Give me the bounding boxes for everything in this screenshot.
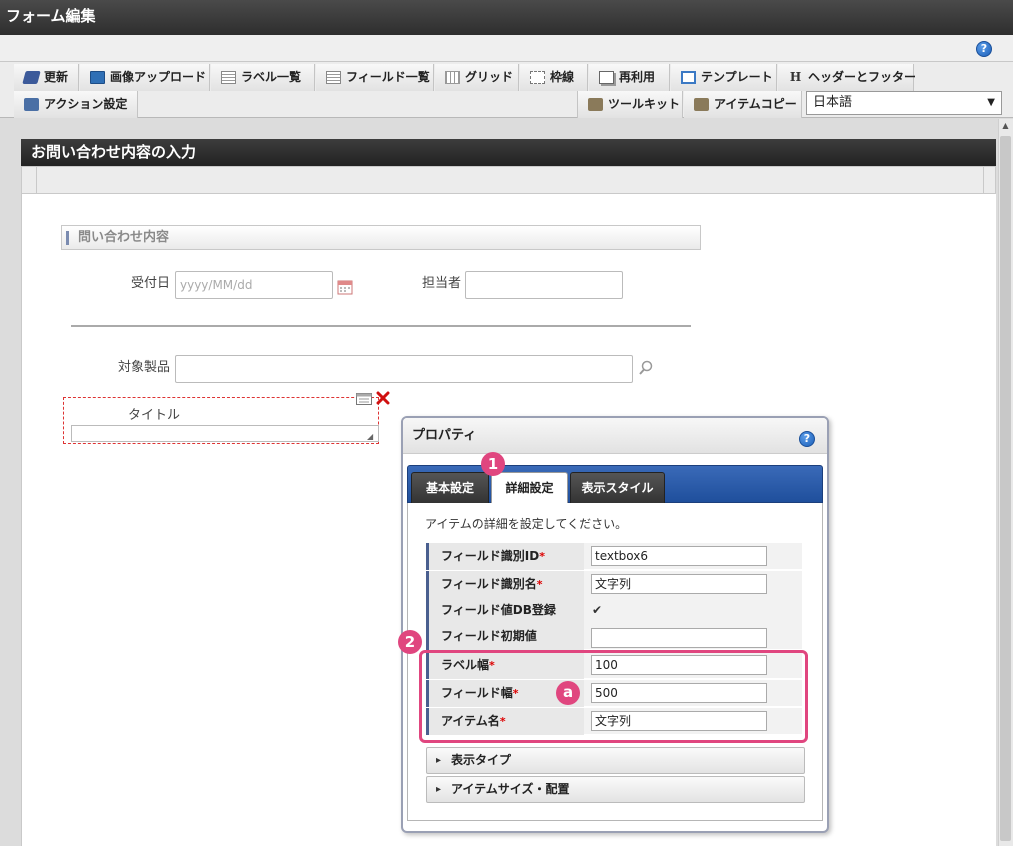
highlight-box (419, 650, 808, 743)
update-button[interactable]: 更新 (14, 64, 79, 91)
receipt-date-label: 受付日 (131, 276, 171, 291)
search-icon[interactable] (638, 360, 654, 376)
grid-button[interactable]: グリッド (435, 64, 519, 91)
field-name-label-text: フィールド識別名 (441, 577, 537, 591)
action-settings-label: アクション設定 (44, 97, 128, 111)
field-name-label: フィールド識別名* (426, 571, 584, 598)
delete-icon[interactable] (376, 391, 390, 405)
form-title: お問い合わせ内容の入力 (21, 139, 996, 166)
border-label: 枠線 (550, 70, 575, 84)
accordion-item-size-layout[interactable]: アイテムサイズ・配置 (426, 776, 805, 803)
window-title: フォーム編集 (0, 0, 1013, 35)
scroll-up-icon[interactable]: ▲ (1000, 121, 1011, 133)
image-upload-label: 画像アップロード (110, 70, 207, 84)
list-icon (221, 71, 236, 84)
resize-grip-icon[interactable]: ◢ (367, 432, 373, 441)
border-button[interactable]: 枠線 (520, 64, 588, 91)
header-footer-button[interactable]: H ヘッダーとフッター (778, 64, 917, 91)
reuse-button[interactable]: 再利用 (589, 64, 670, 91)
required-mark: * (539, 550, 545, 563)
divider (71, 325, 691, 327)
action-icon (24, 98, 39, 111)
grid-icon (445, 71, 460, 84)
row-initial-value: フィールド初期値 (426, 623, 802, 650)
language-select[interactable]: 日本語 ▼ (806, 91, 1002, 115)
annotation-badge-2: 2 (398, 630, 422, 654)
edit-icon (22, 71, 41, 84)
product-input[interactable] (175, 355, 633, 383)
product-label: 対象製品 (118, 360, 171, 375)
toolkit-button[interactable]: ツールキット (577, 91, 683, 118)
template-button[interactable]: テンプレート (671, 64, 777, 91)
label-list-label: ラベル一覧 (241, 70, 302, 84)
annotation-badge-1: 1 (481, 452, 505, 476)
action-settings-button[interactable]: アクション設定 (14, 91, 138, 118)
frame-icon (530, 71, 545, 84)
properties-icon[interactable] (356, 393, 372, 405)
db-register-label: フィールド値DB登録 (426, 597, 584, 624)
field-list-button[interactable]: フィールド一覧 (316, 64, 434, 91)
language-value: 日本語 (813, 95, 853, 110)
template-icon (681, 71, 696, 84)
calendar-icon[interactable] (337, 279, 353, 295)
field-id-label-text: フィールド識別ID (441, 549, 540, 563)
tab-description: アイテムの詳細を設定してください。 (425, 517, 628, 531)
db-register-checkbox[interactable]: ✔ (592, 603, 602, 617)
scrollbar-thumb[interactable] (1000, 136, 1011, 841)
field-name-input[interactable]: 文字列 (591, 574, 767, 594)
header-footer-label: ヘッダーとフッター (808, 70, 917, 84)
list-icon (326, 71, 341, 84)
initial-value-label: フィールド初期値 (426, 623, 584, 650)
label-list-button[interactable]: ラベル一覧 (211, 64, 315, 91)
grid-label: グリッド (465, 70, 514, 84)
property-panel-title: プロパティ (403, 418, 827, 454)
form-subbar (21, 166, 996, 194)
image-icon (90, 71, 105, 84)
toolkit-icon (588, 98, 603, 111)
property-help-icon[interactable]: ? (799, 431, 815, 447)
toolkit-icon (694, 98, 709, 111)
item-copy-button[interactable]: アイテムコピー (684, 91, 802, 118)
receipt-date-input[interactable]: yyyy/MM/dd (175, 271, 333, 299)
toolkit-label: ツールキット (608, 97, 681, 111)
assignee-input[interactable] (465, 271, 623, 299)
update-label: 更新 (44, 70, 69, 84)
help-icon[interactable]: ? (976, 41, 992, 57)
row-db-register: フィールド値DB登録 ✔ (426, 597, 802, 624)
image-upload-button[interactable]: 画像アップロード (80, 64, 210, 91)
section-title[interactable]: 問い合わせ内容 (61, 225, 701, 250)
tab-detail-settings[interactable]: 詳細設定 (491, 472, 568, 504)
initial-value-input[interactable] (591, 628, 767, 648)
required-mark: * (536, 578, 543, 591)
item-copy-label: アイテムコピー (714, 97, 797, 111)
template-label: テンプレート (701, 70, 773, 84)
title-label: タイトル (128, 408, 181, 423)
dropdown-arrow-icon: ▼ (987, 97, 995, 108)
field-list-label: フィールド一覧 (346, 70, 430, 84)
field-id-input[interactable]: textbox6 (591, 546, 767, 566)
annotation-badge-a: a (556, 681, 580, 705)
tab-basic-settings[interactable]: 基本設定 (411, 472, 489, 503)
accordion-display-type[interactable]: 表示タイプ (426, 747, 805, 774)
row-field-id: フィールド識別ID* textbox6 (426, 543, 802, 570)
title-textarea[interactable] (71, 425, 379, 442)
tab-display-style[interactable]: 表示スタイル (570, 472, 665, 503)
row-field-name: フィールド識別名* 文字列 (426, 571, 802, 598)
property-title-text: プロパティ (412, 428, 477, 443)
reuse-label: 再利用 (619, 70, 656, 84)
field-id-label: フィールド識別ID* (426, 543, 584, 570)
copy-icon (599, 71, 614, 84)
assignee-label: 担当者 (422, 276, 462, 291)
h-icon: H (789, 70, 802, 84)
sub-bar: ? (0, 35, 1013, 62)
